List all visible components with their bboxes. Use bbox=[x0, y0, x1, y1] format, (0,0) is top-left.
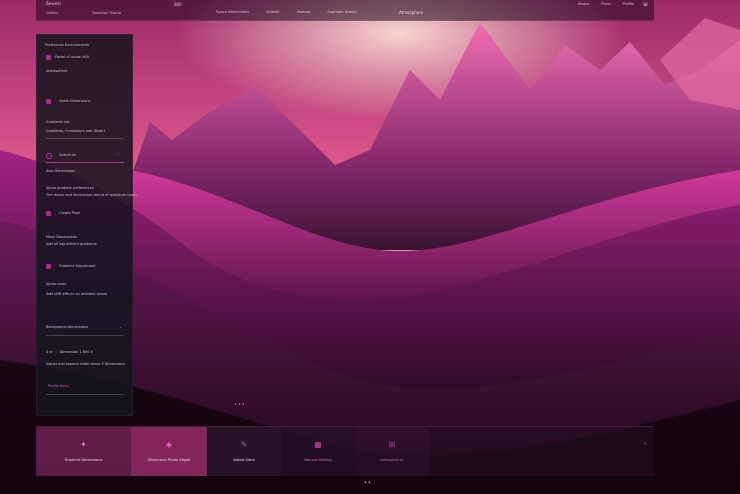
card-label: Gradient Dimensions bbox=[64, 458, 103, 462]
chart-icon: ▦ bbox=[314, 440, 322, 449]
card-adjust-stars[interactable]: ✎ Adjust Stars bbox=[207, 427, 281, 476]
top-bar: Seven Gallery Favorites Theme Still Spac… bbox=[36, 0, 654, 21]
hamburger-icon[interactable]: ≡ bbox=[643, 1, 648, 8]
sidebar-item-desc: Gradients, Framework and Desert bbox=[46, 129, 106, 133]
card-natural-setting[interactable]: ▦ Natural Setting bbox=[281, 427, 355, 476]
sidebar-item-create[interactable]: Create Pixel bbox=[59, 211, 80, 215]
section-values: 4 ≡ ◦ ◦ Dimension 1 600 0 bbox=[46, 350, 93, 354]
pager-dots-bottom[interactable]: •• bbox=[364, 480, 372, 486]
tab-favorites[interactable]: Favorites Theme bbox=[92, 11, 138, 15]
card-label: Natural Setting bbox=[304, 458, 332, 462]
sidebar-item-pastel[interactable]: Pastel of visual 600 bbox=[55, 55, 89, 59]
brand-logo[interactable]: Seven bbox=[46, 2, 61, 7]
sidebar-panel: Preference Environments Pastel of visual… bbox=[36, 34, 137, 416]
sidebar-item-sub: Gradients set bbox=[46, 120, 70, 124]
sidebar-item-note: Also Dimensions bbox=[46, 169, 75, 173]
grid-icon: ⊞ bbox=[388, 440, 396, 449]
sidebar-heading: Preference Environments bbox=[45, 43, 90, 47]
gem-icon: ◈ bbox=[165, 440, 173, 449]
square-icon bbox=[46, 55, 51, 60]
sidebar-item-sub: Alpha gradient preferences bbox=[46, 186, 94, 190]
pen-icon: ✎ bbox=[240, 440, 248, 449]
circle-icon bbox=[46, 153, 52, 159]
next-arrow-icon[interactable]: › bbox=[644, 441, 646, 447]
nav-feature[interactable]: Feature bbox=[297, 10, 311, 14]
sidebar-item-violet[interactable]: Violet Dimensions bbox=[59, 99, 90, 103]
chevron-down-icon[interactable]: ⌄ bbox=[119, 324, 122, 329]
sidebar-item-desc: Add shift effects on ambient dunes bbox=[46, 292, 108, 296]
nav-space-dimensions[interactable]: Space Dimensions bbox=[216, 10, 249, 14]
card-gradient-dimensions[interactable]: ✦ Gradient Dimensions bbox=[36, 427, 131, 476]
divider bbox=[46, 138, 124, 139]
card-strip: ✦ Gradient Dimensions ◈ Dimension Photo … bbox=[36, 426, 654, 476]
nav-sidebar[interactable]: Sidebar bbox=[266, 10, 280, 14]
link-status[interactable]: Status bbox=[578, 2, 589, 6]
card-dimension-photo[interactable]: ◈ Dimension Photo Edges bbox=[131, 427, 207, 476]
section-title: Mesh Dimensions bbox=[46, 235, 77, 239]
sidebar-item-sub: Alpha cross bbox=[46, 282, 67, 286]
card-atmospheres[interactable]: ⊞ Atmospheres bbox=[355, 427, 429, 476]
section-title: Background dimensions bbox=[46, 325, 88, 329]
tab-gallery[interactable]: Gallery bbox=[46, 11, 92, 15]
sparkle-icon: ✦ bbox=[80, 440, 87, 449]
square-icon bbox=[46, 264, 51, 269]
square-icon bbox=[46, 99, 51, 104]
nav-spotlight-design[interactable]: Spotlight Design bbox=[327, 10, 357, 14]
sidebar-item-spectrum[interactable]: Spectrum bbox=[59, 153, 76, 157]
sub-tabs: Gallery Favorites Theme bbox=[46, 11, 138, 15]
slider-track[interactable] bbox=[46, 162, 124, 163]
top-label[interactable]: Still bbox=[174, 2, 181, 7]
pager-dots[interactable]: ••• bbox=[234, 402, 246, 408]
square-icon bbox=[46, 211, 51, 216]
sidebar-item-gradient[interactable]: Gradient Adjustment bbox=[59, 264, 95, 268]
link-plans[interactable]: Plans bbox=[601, 2, 611, 6]
divider bbox=[46, 394, 124, 395]
top-links: Status Plans Profile bbox=[578, 2, 634, 6]
card-label: Adjust Stars bbox=[233, 458, 255, 462]
top-navigation: Space Dimensions Sidebar Feature Spotlig… bbox=[216, 10, 357, 14]
sidebar-item-sub: Atmosphere bbox=[46, 69, 68, 73]
section-sub: Add all adjustment gradients bbox=[46, 242, 97, 246]
card-label: Dimension Photo Edges bbox=[147, 458, 191, 462]
sidebar-item-desc: The dunes and dimensions blend of spectr… bbox=[46, 193, 137, 197]
page-title: Atmosphere bbox=[399, 10, 424, 15]
section-sub: Adjust and expand slider tones 3 Dimensi… bbox=[46, 362, 126, 366]
link-profile[interactable]: Profile bbox=[623, 2, 634, 6]
card-label: Atmospheres bbox=[380, 458, 404, 462]
divider bbox=[46, 335, 124, 336]
chevron-icon[interactable]: ·· bbox=[117, 152, 120, 157]
profile-hints-link[interactable]: Profile hints bbox=[48, 384, 69, 388]
